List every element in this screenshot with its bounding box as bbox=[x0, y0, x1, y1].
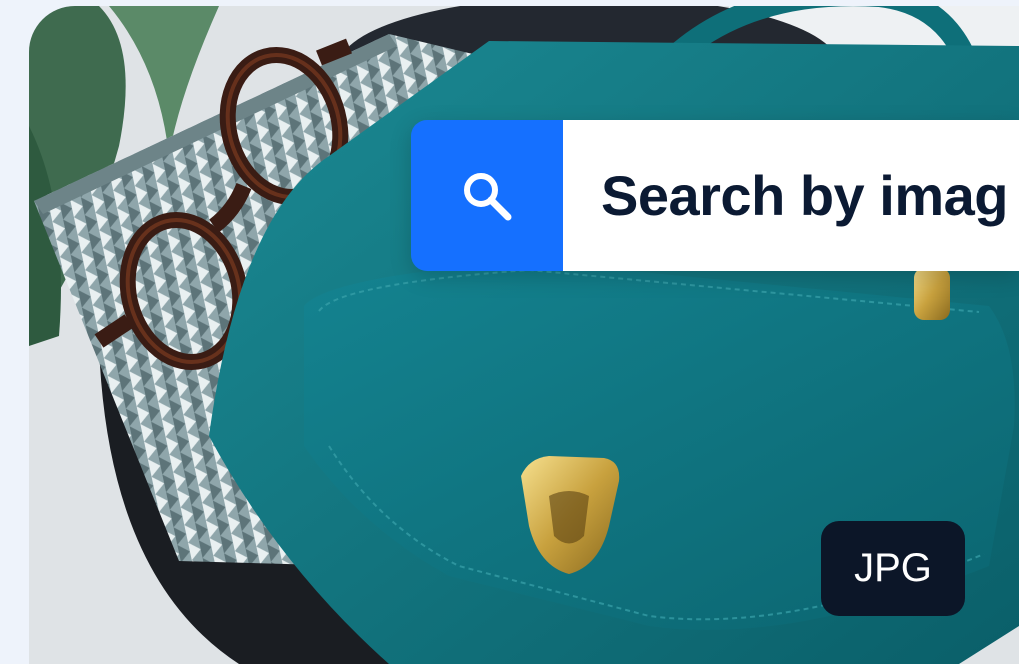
search-icon bbox=[464, 172, 512, 220]
file-type-label: JPG bbox=[854, 546, 932, 590]
file-type-badge: JPG bbox=[821, 521, 965, 616]
search-field[interactable]: Search by imag bbox=[563, 120, 1019, 271]
search-by-image-bar[interactable]: Search by imag bbox=[411, 120, 1019, 271]
search-label: Search by imag bbox=[601, 164, 1008, 227]
search-button[interactable] bbox=[411, 120, 563, 271]
